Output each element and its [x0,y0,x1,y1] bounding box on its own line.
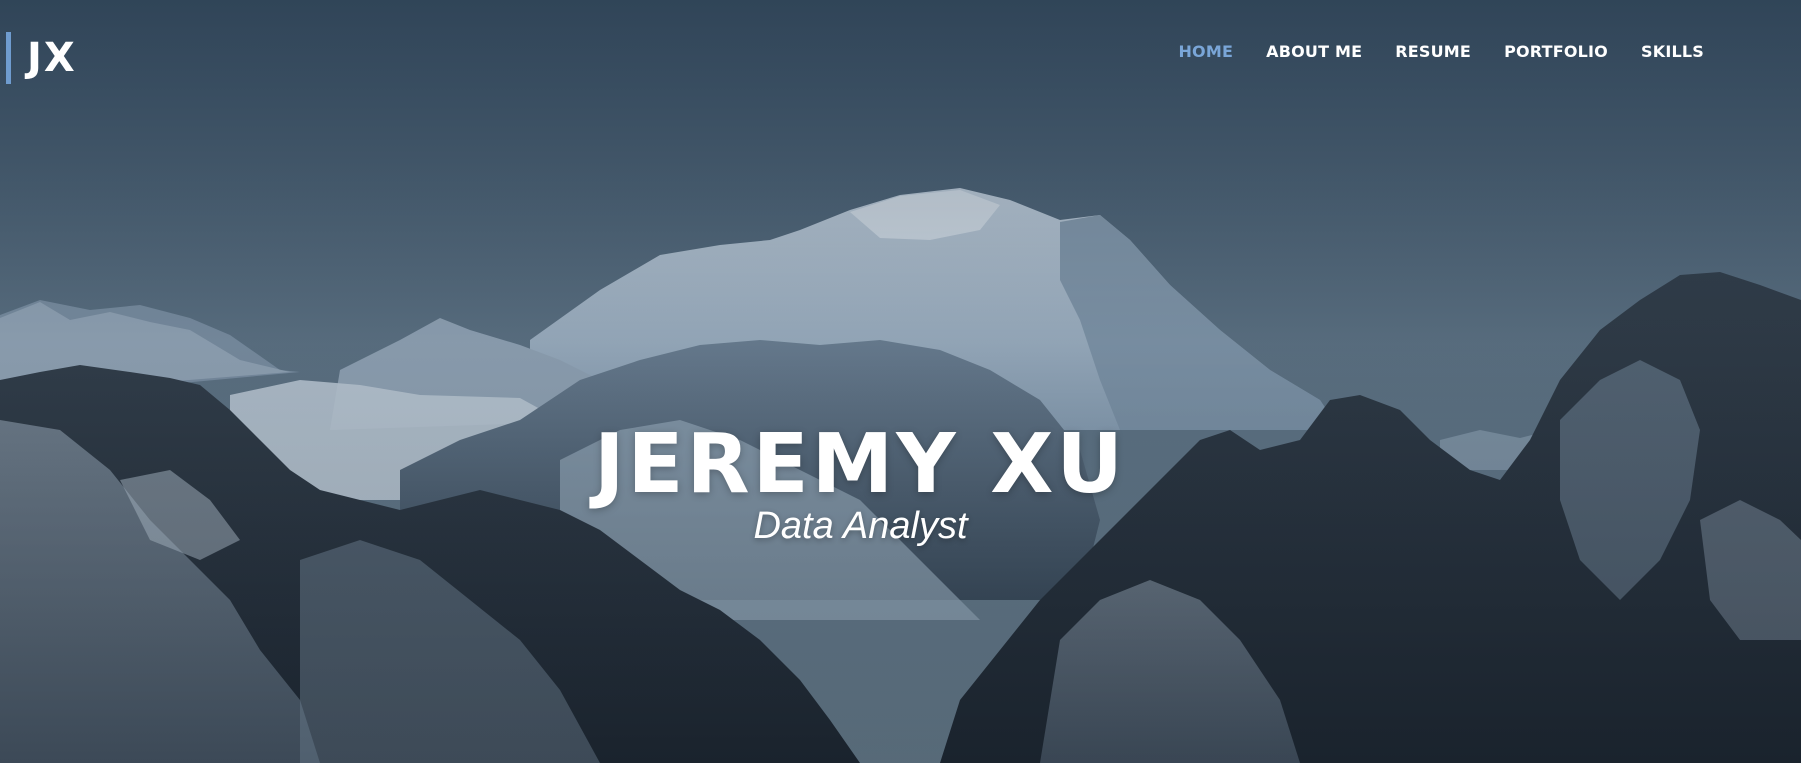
hero-section: JX HOME ABOUT ME RESUME PORTFOLIO SKILLS… [0,0,1801,763]
hero-name-heading: JEREMY XU [593,416,1126,512]
nav-menu: HOME ABOUT ME RESUME PORTFOLIO SKILLS [1145,41,1704,63]
nav-item-about-me[interactable]: ABOUT ME [1266,41,1362,63]
nav-item-skills[interactable]: SKILLS [1641,41,1704,63]
dark-overlay [0,0,1801,763]
nav-item-resume[interactable]: RESUME [1395,41,1471,63]
nav-item-home[interactable]: HOME [1178,41,1233,63]
nav-item-portfolio[interactable]: PORTFOLIO [1504,41,1608,63]
top-navbar: JX HOME ABOUT ME RESUME PORTFOLIO SKILLS [0,0,1801,110]
site-logo[interactable]: JX [6,32,77,84]
hero-role-subtitle: Data Analyst [753,505,968,547]
